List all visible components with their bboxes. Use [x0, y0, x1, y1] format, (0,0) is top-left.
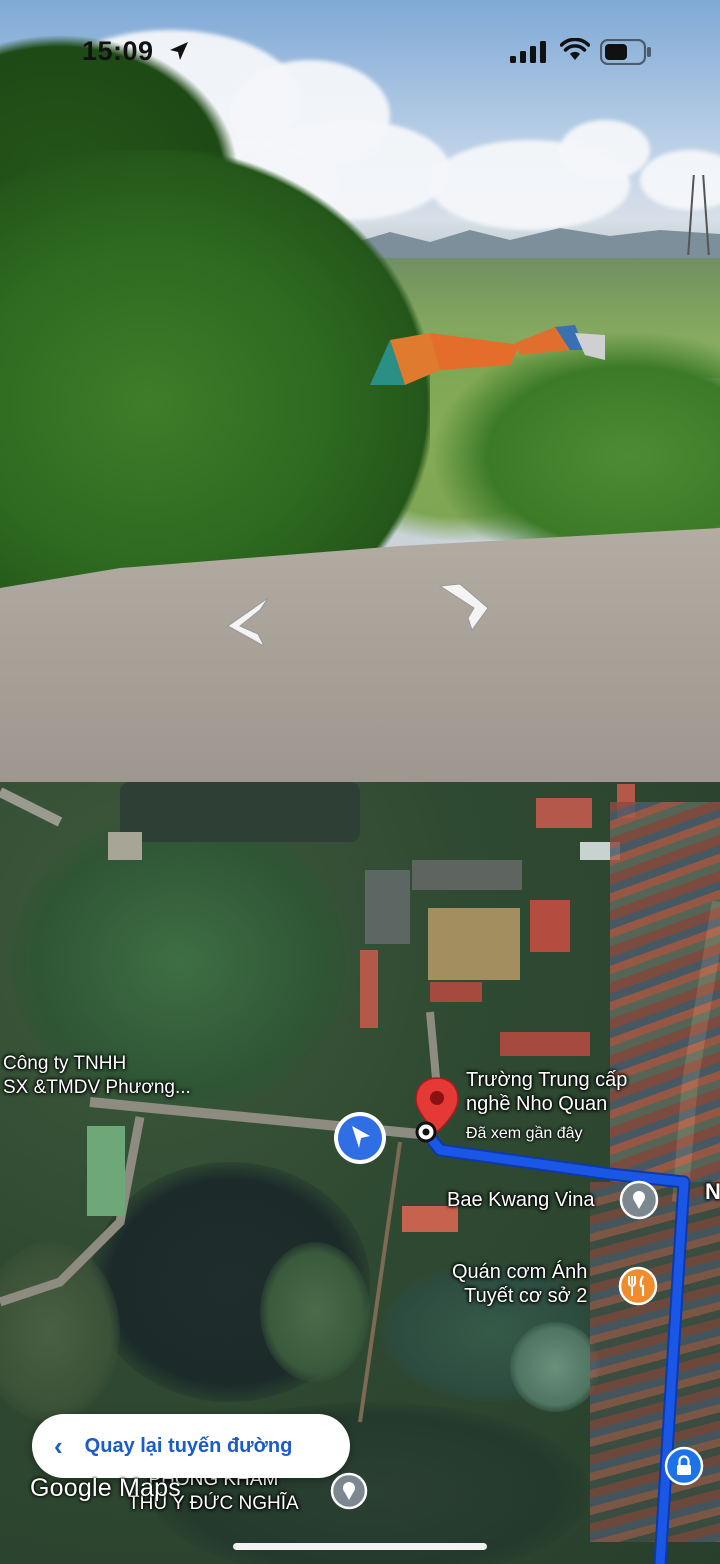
- wifi-icon: [560, 38, 590, 60]
- status-bar: 15:09: [0, 0, 720, 100]
- place-label-restaurant[interactable]: Quán cơm Ánh Tuyết cơ sở 2: [452, 1260, 587, 1308]
- restaurant-marker-icon[interactable]: [618, 1266, 658, 1306]
- lock-marker-icon[interactable]: [664, 1446, 704, 1490]
- battery-icon: [600, 39, 651, 65]
- back-to-route-label: Quay lại tuyến đường: [84, 1434, 293, 1457]
- tarp-shelter: [370, 325, 605, 385]
- cellular-signal-icon: [510, 41, 546, 63]
- nav-arrow-forward-icon[interactable]: [438, 582, 492, 632]
- location-arrow-icon: [170, 42, 188, 60]
- status-time: 15:09: [82, 36, 154, 66]
- nav-arrow-back-icon[interactable]: [222, 596, 272, 648]
- destination-pin-icon[interactable]: [412, 1076, 462, 1148]
- back-to-route-button[interactable]: ‹ Quay lại tuyến đường: [32, 1414, 350, 1478]
- current-location-icon[interactable]: [332, 1110, 388, 1166]
- home-indicator[interactable]: [233, 1543, 487, 1550]
- place-label-bae-kwang[interactable]: Bae Kwang Vina: [447, 1188, 595, 1212]
- street-view-panorama[interactable]: 15:09: [0, 0, 720, 782]
- place-label-company[interactable]: Công ty TNHH SX &TMDV Phương...: [3, 1052, 191, 1100]
- place-marker-icon[interactable]: [619, 1180, 659, 1220]
- google-maps-logo: Google Maps: [30, 1474, 181, 1502]
- place-marker-icon[interactable]: [330, 1472, 368, 1510]
- recently-viewed-label: Đã xem gần đây: [466, 1125, 583, 1142]
- chevron-left-icon: ‹: [54, 1430, 63, 1461]
- road-label: N: [705, 1179, 720, 1204]
- place-label-school[interactable]: Trường Trung cấp nghề Nho Quan: [466, 1068, 627, 1116]
